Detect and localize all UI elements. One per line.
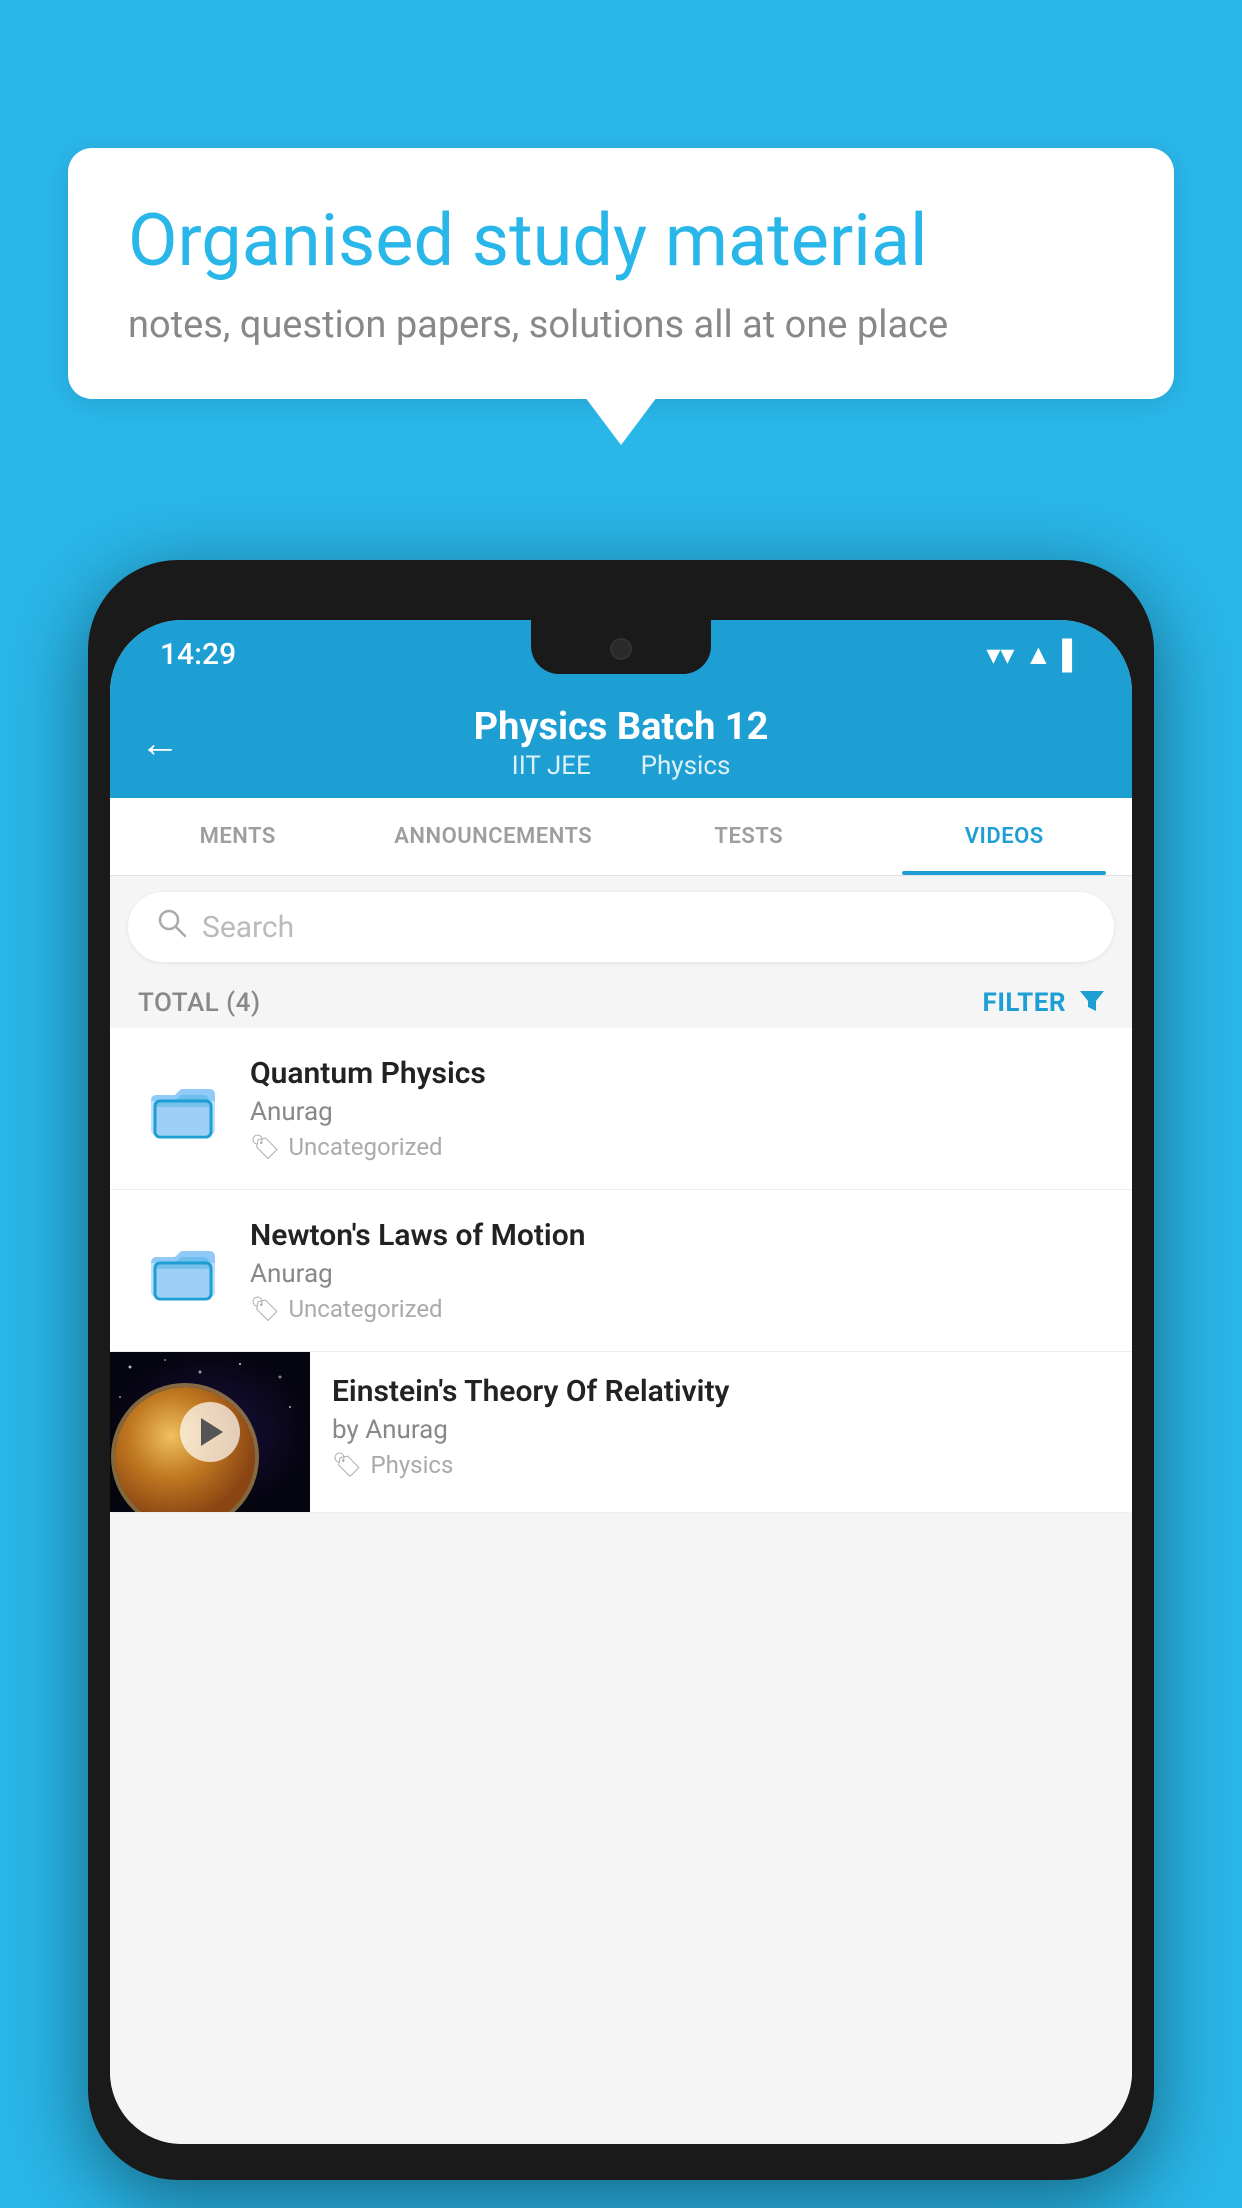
item-title: Newton's Laws of Motion	[250, 1218, 1104, 1253]
tab-bar: MENTS ANNOUNCEMENTS TESTS VIDEOS	[110, 798, 1132, 876]
item-content: Newton's Laws of Motion Anurag 🏷 Uncateg…	[250, 1218, 1104, 1323]
item-author: Anurag	[250, 1259, 1104, 1289]
item-tag: 🏷 Uncategorized	[250, 1295, 1104, 1323]
video-thumbnail	[110, 1352, 310, 1512]
tag-icon: 🏷	[250, 1295, 280, 1323]
filter-bar: TOTAL (4) FILTER	[110, 978, 1132, 1028]
video-list: Quantum Physics Anurag 🏷 Uncategorized	[110, 1028, 1132, 1513]
item-author: Anurag	[250, 1097, 1104, 1127]
phone-frame: 14:29 ▾▾ ▲ ▌ ← Physics Batch 12 IIT JEE …	[88, 560, 1154, 2180]
speech-bubble: Organised study material notes, question…	[68, 148, 1174, 399]
filter-button[interactable]: FILTER	[983, 988, 1104, 1018]
camera	[610, 638, 632, 660]
status-time: 14:29	[160, 637, 236, 672]
header-subtitle: IIT JEE Physics	[500, 751, 743, 781]
folder-icon	[138, 1241, 228, 1301]
search-placeholder: Search	[202, 910, 294, 945]
list-item[interactable]: Newton's Laws of Motion Anurag 🏷 Uncateg…	[110, 1190, 1132, 1352]
header-title: Physics Batch 12	[474, 705, 769, 751]
signal-icon: ▲	[1024, 638, 1052, 671]
tag-icon: 🏷	[250, 1133, 280, 1161]
app-header: ← Physics Batch 12 IIT JEE Physics	[110, 688, 1132, 798]
search-icon	[156, 907, 188, 948]
item-title: Einstein's Theory Of Relativity	[332, 1374, 1110, 1409]
play-triangle-icon	[201, 1418, 223, 1446]
bubble-subtitle: notes, question papers, solutions all at…	[128, 303, 1114, 347]
tag-icon: 🏷	[332, 1451, 362, 1479]
item-author: by Anurag	[332, 1415, 1110, 1445]
header-tag2: Physics	[641, 751, 731, 781]
tab-ments[interactable]: MENTS	[110, 798, 366, 875]
item-title: Quantum Physics	[250, 1056, 1104, 1091]
wifi-icon: ▾▾	[986, 638, 1014, 671]
play-button[interactable]	[180, 1402, 240, 1462]
bubble-title: Organised study material	[128, 200, 1114, 283]
total-label: TOTAL (4)	[138, 988, 261, 1018]
notch	[531, 620, 711, 674]
header-tag1: IIT JEE	[512, 751, 591, 781]
list-item[interactable]: Quantum Physics Anurag 🏷 Uncategorized	[110, 1028, 1132, 1190]
tab-announcements[interactable]: ANNOUNCEMENTS	[366, 798, 622, 875]
tab-videos[interactable]: VIDEOS	[877, 798, 1133, 875]
status-icons: ▾▾ ▲ ▌	[986, 638, 1082, 671]
item-content: Quantum Physics Anurag 🏷 Uncategorized	[250, 1056, 1104, 1161]
back-button[interactable]: ←	[140, 720, 180, 767]
item-content: Einstein's Theory Of Relativity by Anura…	[310, 1352, 1132, 1501]
list-item-video[interactable]: Einstein's Theory Of Relativity by Anura…	[110, 1352, 1132, 1513]
item-tag: 🏷 Uncategorized	[250, 1133, 1104, 1161]
search-bar[interactable]: Search	[128, 892, 1114, 962]
battery-icon: ▌	[1062, 638, 1082, 671]
item-tag: 🏷 Physics	[332, 1451, 1110, 1479]
content-area: Search TOTAL (4) FILTER	[110, 876, 1132, 2144]
tab-tests[interactable]: TESTS	[621, 798, 877, 875]
folder-icon	[138, 1079, 228, 1139]
phone-screen: 14:29 ▾▾ ▲ ▌ ← Physics Batch 12 IIT JEE …	[110, 620, 1132, 2144]
